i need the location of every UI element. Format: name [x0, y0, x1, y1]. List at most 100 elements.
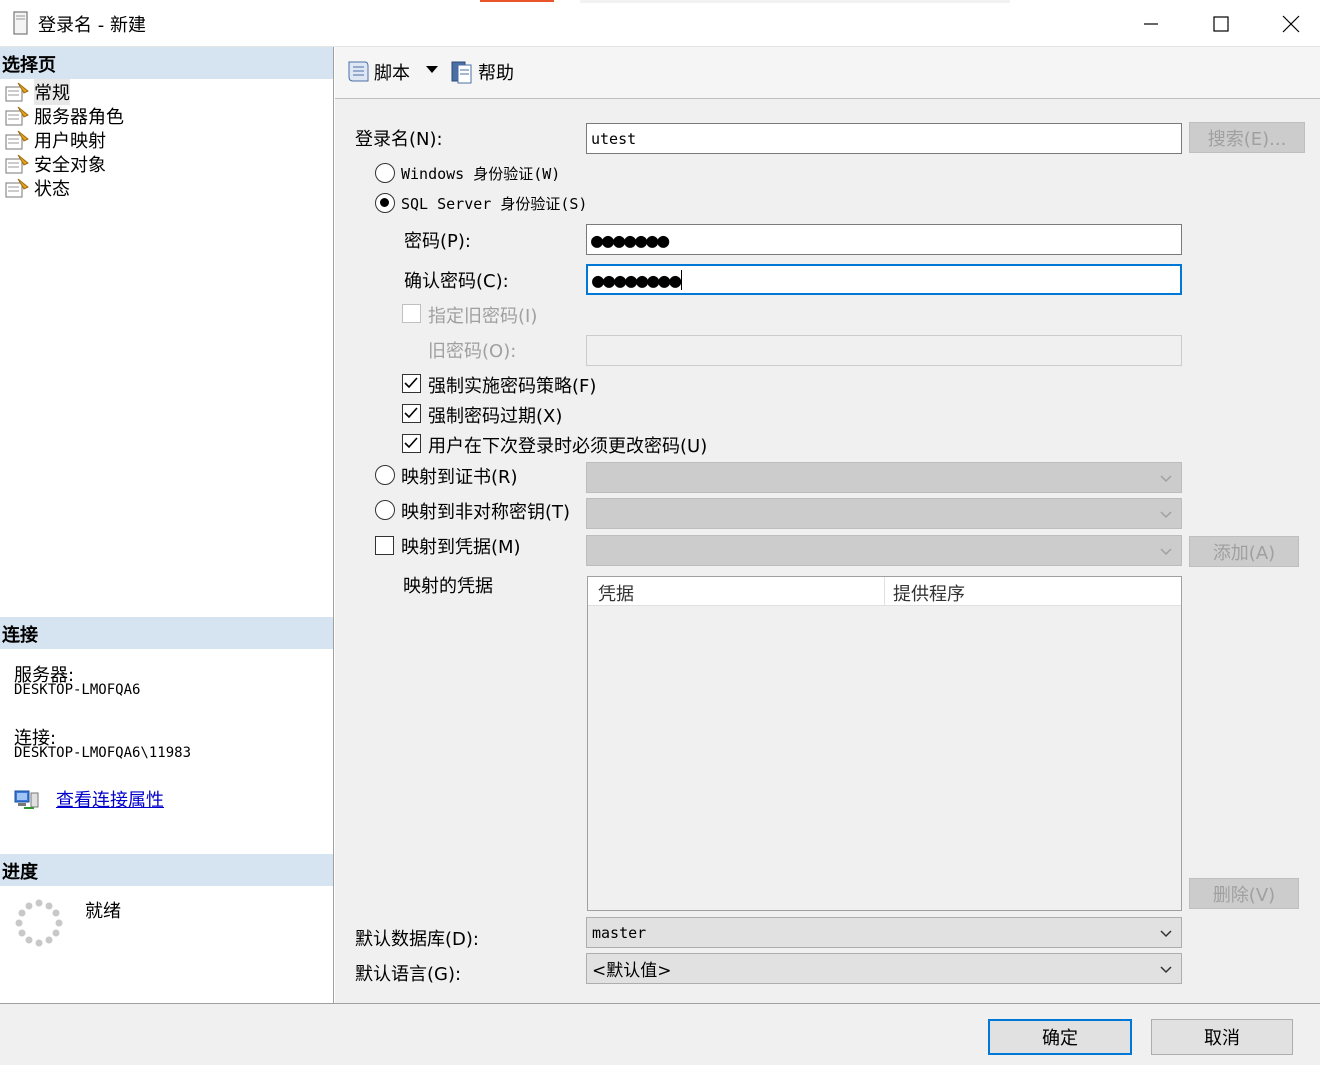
sql-auth-label: SQL Server 身份验证(S) [401, 195, 588, 213]
windows-auth-radio[interactable] [375, 163, 395, 183]
page-item-server-roles[interactable]: 服务器角色 [4, 104, 124, 128]
ok-button[interactable]: 确定 [988, 1019, 1132, 1055]
title-accent-light [580, 0, 1010, 3]
search-button[interactable]: 搜索(E)... [1189, 122, 1305, 153]
grid-column-credential[interactable]: 凭据 [598, 580, 634, 606]
default-lang-value: <默认值> [592, 961, 672, 981]
default-lang-label: 默认语言(G): [355, 964, 462, 985]
specify-old-password-checkbox[interactable] [402, 304, 421, 323]
mapped-credentials-label: 映射的凭据 [403, 576, 493, 597]
page-item-securables[interactable]: 安全对象 [4, 152, 106, 176]
minimize-icon [1144, 22, 1158, 25]
page-icon [5, 106, 29, 126]
chevron-down-icon [1160, 548, 1172, 556]
sql-auth-radio[interactable] [375, 193, 395, 213]
help-icon [451, 61, 472, 84]
default-db-label: 默认数据库(D): [355, 929, 479, 950]
certificate-select[interactable] [586, 462, 1182, 493]
map-asym-key-label: 映射到非对称密钥(T) [401, 502, 571, 523]
left-pane: 选择页 常规 服务器角色 用户映射 安全对象 状态 连接 服务器: DESKTO… [0, 47, 334, 1003]
map-asym-key-radio[interactable] [375, 500, 395, 520]
login-name-value: utest [591, 129, 637, 148]
cancel-button[interactable]: 取消 [1151, 1019, 1293, 1055]
dialog-footer: 确定 取消 [0, 1003, 1320, 1065]
script-dropdown-button[interactable] [425, 65, 439, 75]
dropdown-arrow-icon [426, 66, 438, 73]
delete-credential-button[interactable]: 删除(V) [1189, 878, 1299, 909]
login-name-label: 登录名(N): [355, 129, 443, 150]
progress-status: 就绪 [85, 901, 121, 922]
progress-header: 进度 [0, 854, 333, 886]
page-icon [5, 154, 29, 174]
specify-old-password-label: 指定旧密码(I) [428, 306, 538, 327]
server-value: DESKTOP-LMOFQA6 [14, 682, 141, 698]
default-lang-select[interactable]: <默认值> [586, 953, 1182, 984]
title-bar: 登录名 - 新建 [0, 0, 1320, 47]
window-title: 登录名 - 新建 [38, 15, 146, 36]
connection-properties-icon [14, 790, 39, 809]
map-certificate-label: 映射到证书(R) [401, 467, 518, 488]
enforce-expiration-label: 强制密码过期(X) [428, 406, 563, 427]
help-label: 帮助 [478, 63, 514, 84]
connection-header: 连接 [0, 617, 333, 649]
minimize-button[interactable] [1116, 0, 1186, 47]
page-item-label: 用户映射 [34, 131, 106, 152]
password-label: 密码(P): [404, 231, 471, 252]
enforce-expiration-checkbox[interactable] [402, 404, 421, 423]
page-icon [5, 178, 29, 198]
title-accent [480, 0, 554, 2]
map-credential-checkbox[interactable] [375, 536, 394, 555]
connection-value: DESKTOP-LMOFQA6\11983 [14, 745, 192, 761]
page-item-status[interactable]: 状态 [4, 176, 70, 200]
map-certificate-radio[interactable] [375, 465, 395, 485]
chevron-down-icon [1160, 930, 1172, 938]
page-icon [5, 82, 29, 102]
grid-header: 凭据 提供程序 [588, 577, 1181, 606]
column-separator [884, 577, 885, 606]
map-credential-label: 映射到凭据(M) [401, 537, 521, 558]
windows-auth-label: Windows 身份验证(W) [401, 165, 561, 183]
credential-select[interactable] [586, 535, 1182, 566]
help-button[interactable]: 帮助 [449, 59, 514, 85]
right-pane: 脚本 帮助 登录名(N): utest 搜索(E)... Windows 身份验… [335, 47, 1320, 1003]
page-item-label: 状态 [34, 179, 70, 200]
chevron-down-icon [1160, 511, 1172, 519]
confirm-password-value: ●●●●●●●● [592, 267, 681, 292]
must-change-checkbox[interactable] [402, 434, 421, 453]
page-item-general[interactable]: 常规 [4, 79, 70, 105]
page-item-label: 安全对象 [34, 155, 106, 176]
old-password-label: 旧密码(O): [428, 341, 517, 362]
check-mark-icon [404, 437, 418, 449]
enforce-policy-checkbox[interactable] [402, 374, 421, 393]
confirm-password-input[interactable]: ●●●●●●●● [586, 264, 1182, 295]
maximize-button[interactable] [1186, 0, 1256, 47]
close-button[interactable] [1256, 0, 1320, 47]
page-icon [5, 130, 29, 150]
check-mark-icon [404, 377, 418, 389]
database-icon [13, 11, 28, 35]
asym-key-select[interactable] [586, 498, 1182, 529]
old-password-input[interactable] [586, 335, 1182, 366]
login-name-input[interactable]: utest [586, 123, 1182, 154]
default-db-select[interactable]: master [586, 917, 1182, 948]
default-db-value: master [592, 923, 647, 942]
password-value: ●●●●●●● [591, 227, 669, 252]
maximize-icon [1213, 15, 1229, 32]
password-input[interactable]: ●●●●●●● [586, 224, 1182, 255]
must-change-label: 用户在下次登录时必须更改密码(U) [428, 436, 708, 457]
text-caret [681, 269, 683, 290]
close-icon [1282, 15, 1300, 32]
add-credential-button[interactable]: 添加(A) [1189, 536, 1299, 567]
script-button[interactable]: 脚本 [345, 59, 410, 85]
toolbar: 脚本 帮助 [335, 47, 1320, 99]
script-label: 脚本 [374, 63, 410, 84]
chevron-down-icon [1160, 966, 1172, 974]
confirm-password-label: 确认密码(C): [404, 271, 509, 292]
grid-column-provider[interactable]: 提供程序 [893, 580, 965, 606]
page-item-user-mapping[interactable]: 用户映射 [4, 128, 106, 152]
chevron-down-icon [1160, 475, 1172, 483]
progress-spinner-icon [15, 899, 63, 947]
view-connection-properties-link[interactable]: 查看连接属性 [56, 786, 164, 812]
enforce-policy-label: 强制实施密码策略(F) [428, 376, 597, 397]
mapped-credentials-grid: 凭据 提供程序 [587, 576, 1182, 911]
